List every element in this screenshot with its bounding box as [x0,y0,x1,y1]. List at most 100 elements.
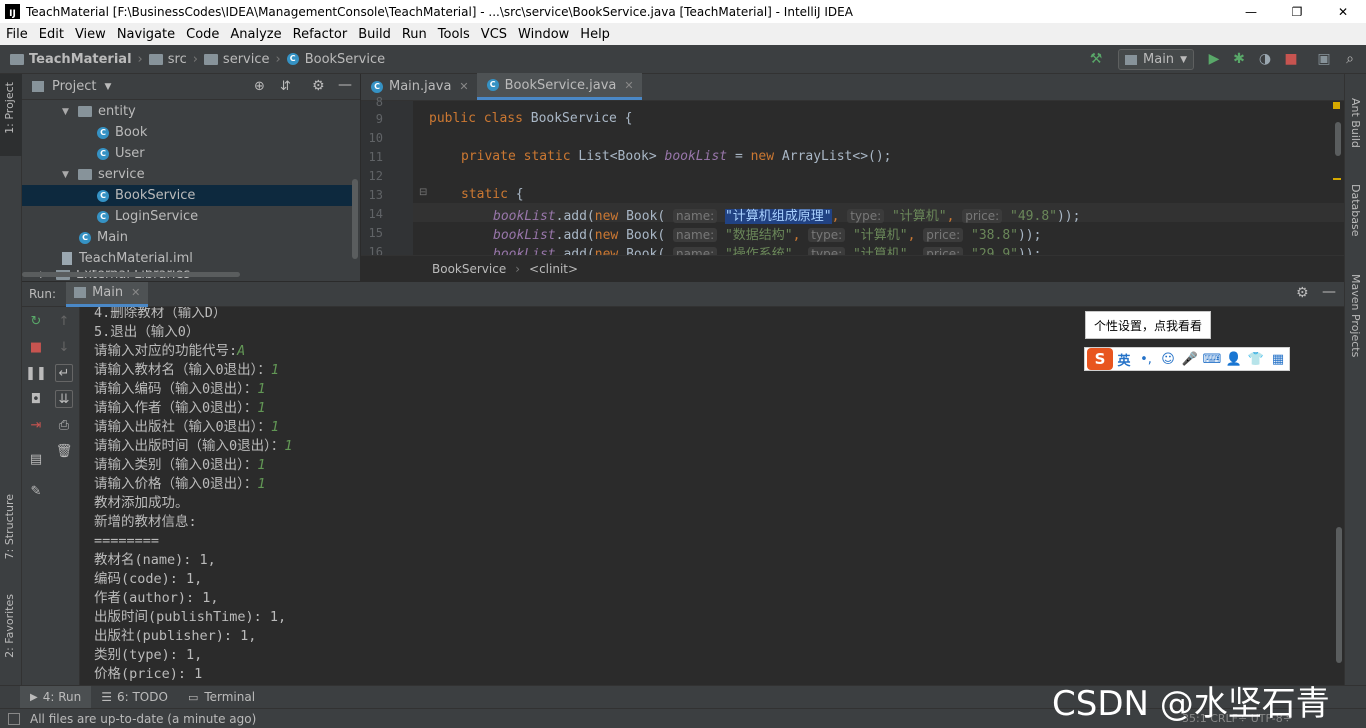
keyboard-icon[interactable]: ⌨ [1201,352,1223,367]
close-tab-icon[interactable]: ✕ [131,286,140,299]
scroll-up-icon[interactable]: ↑ [55,312,73,330]
minimize-button[interactable]: — [1228,0,1274,23]
stop-icon[interactable]: ■ [27,338,45,356]
tool-tab-run[interactable]: ▶ 4: Run [20,685,92,709]
tree-item-loginservice[interactable]: C LoginService [97,206,198,227]
gear-icon[interactable]: ⚙ [1296,285,1309,301]
search-icon[interactable]: ⌕ [1342,51,1358,67]
hide-panel-icon[interactable]: — [338,77,352,93]
menu-file[interactable]: File [0,27,33,42]
warning-marker-icon[interactable] [1333,102,1340,109]
menu-window[interactable]: Window [512,27,574,42]
crumb-src[interactable]: src › [148,52,204,67]
param-hint: name: [673,228,718,242]
layout-icon[interactable]: ▤ [27,450,45,468]
stop-icon[interactable]: ■ [1283,51,1299,67]
code-token: 1 [270,362,280,378]
pause-icon[interactable]: ❚❚ [25,364,47,382]
code-token: 请输入出版时间（输入0退出）： [94,438,285,454]
soft-wrap-icon[interactable]: ↵ [55,364,73,382]
menu-build[interactable]: Build [352,27,396,42]
ant-build-tab[interactable]: Ant Build [1349,98,1362,148]
gear-icon[interactable]: ⚙ [312,78,325,94]
menu-vcs[interactable]: VCS [475,27,512,42]
tool-tab-todo[interactable]: ☰ 6: TODO [91,686,178,709]
close-tab-icon[interactable]: ✕ [459,80,468,93]
emoji-icon[interactable]: ☺ [1157,352,1179,367]
tree-item-main[interactable]: C Main [79,227,128,248]
code-token: new [594,228,627,243]
config-icon [1125,54,1137,65]
tree-item-service[interactable]: ▼ service [62,164,145,185]
menu-refactor[interactable]: Refactor [287,27,353,42]
scroll-to-end-icon[interactable]: ⇊ [55,390,73,408]
project-view-select[interactable]: Project [52,79,96,94]
tool-window-toggle-icon[interactable] [8,712,20,725]
run-config-select[interactable]: Main ▼ [1118,49,1194,70]
menu-edit[interactable]: Edit [33,27,69,42]
crumb-service[interactable]: service › [203,52,287,67]
breadcrumb-class[interactable]: BookService [432,262,506,276]
menu-code[interactable]: Code [180,27,224,42]
dump-threads-icon[interactable]: ◘ [27,390,45,408]
ime-lang-toggle[interactable]: 英 [1113,350,1135,369]
console-line: 请输入编码（输入0退出）：1 [94,380,266,399]
project-tool-tab[interactable]: 1: Project [3,82,16,134]
project-h-scrollbar[interactable] [22,272,240,277]
microphone-icon[interactable]: 🎤 [1179,352,1201,367]
code-viewport[interactable]: public class BookService { private stati… [413,101,1344,255]
menu-run[interactable]: Run [396,27,432,42]
tree-item-bookservice[interactable]: C BookService [22,185,352,206]
menu-view[interactable]: View [69,27,111,42]
close-button[interactable]: ✕ [1320,0,1366,23]
crumb-project[interactable]: TeachMaterial › [10,52,149,67]
project-structure-icon[interactable]: ▣ [1316,51,1332,67]
tab-bookservice-java[interactable]: C BookService.java ✕ [476,73,642,100]
tree-item-user[interactable]: C User [97,143,145,164]
rerun-icon[interactable]: ↻ [27,312,45,330]
crumb-bookservice[interactable]: C BookService [286,52,385,67]
print-icon[interactable]: ⎙ [55,416,73,434]
database-tab[interactable]: Database [1349,184,1362,237]
user-icon[interactable]: 👤 [1223,352,1245,367]
pin-icon[interactable]: ✎ [27,482,45,500]
project-scrollbar[interactable] [352,179,358,259]
code-token: , [831,209,848,224]
sogou-logo-icon[interactable]: S [1087,348,1113,370]
skin-shirt-icon[interactable]: 👕 [1245,352,1267,367]
restore-button[interactable]: ❐ [1274,0,1320,23]
debug-bug-icon[interactable]: ✱ [1231,51,1247,67]
hide-panel-icon[interactable]: — [1322,284,1336,300]
run-tab-main[interactable]: Main ✕ [66,281,149,307]
favorites-tool-tab[interactable]: 2: Favorites [3,594,16,658]
locate-icon[interactable]: ⊕ [254,79,265,94]
collapse-all-icon[interactable]: ⇵ [280,79,291,94]
trash-icon[interactable]: 🗑 [55,442,73,460]
editor-scrollbar[interactable] [1335,122,1341,156]
build-hammer-icon[interactable]: ⚒ [1088,51,1104,67]
ime-punct-toggle[interactable]: •, [1135,352,1157,367]
menu-navigate[interactable]: Navigate [111,27,180,42]
breadcrumb-method[interactable]: <clinit> [529,262,578,276]
code-token: , [946,209,963,224]
scroll-down-icon[interactable]: ↓ [55,338,73,356]
menu-analyze[interactable]: Analyze [224,27,286,42]
tree-item-book[interactable]: C Book [97,122,147,143]
chevron-down-icon[interactable]: ▼ [104,82,111,92]
close-tab-icon[interactable]: ✕ [624,79,633,92]
console-scrollbar[interactable] [1336,527,1342,663]
tool-tab-terminal[interactable]: ▭ Terminal [178,686,265,709]
tree-item-entity[interactable]: ▼ entity [62,101,136,122]
toolbox-grid-icon[interactable]: ▦ [1267,352,1289,367]
tree-item-iml[interactable]: TeachMaterial.iml [62,248,193,269]
structure-tool-tab[interactable]: 7: Structure [3,494,16,559]
code-token: 请输入教材名（输入0退出）： [94,362,271,378]
error-stripe-mark[interactable] [1333,178,1341,180]
menu-tools[interactable]: Tools [432,27,475,42]
maven-projects-tab[interactable]: Maven Projects [1349,274,1362,357]
menu-help[interactable]: Help [574,27,615,42]
exit-icon[interactable]: ⇥ [27,416,45,434]
run-icon[interactable]: ▶ [1206,51,1222,67]
param-hint: name: [673,209,718,223]
coverage-icon[interactable]: ◑ [1257,51,1273,67]
